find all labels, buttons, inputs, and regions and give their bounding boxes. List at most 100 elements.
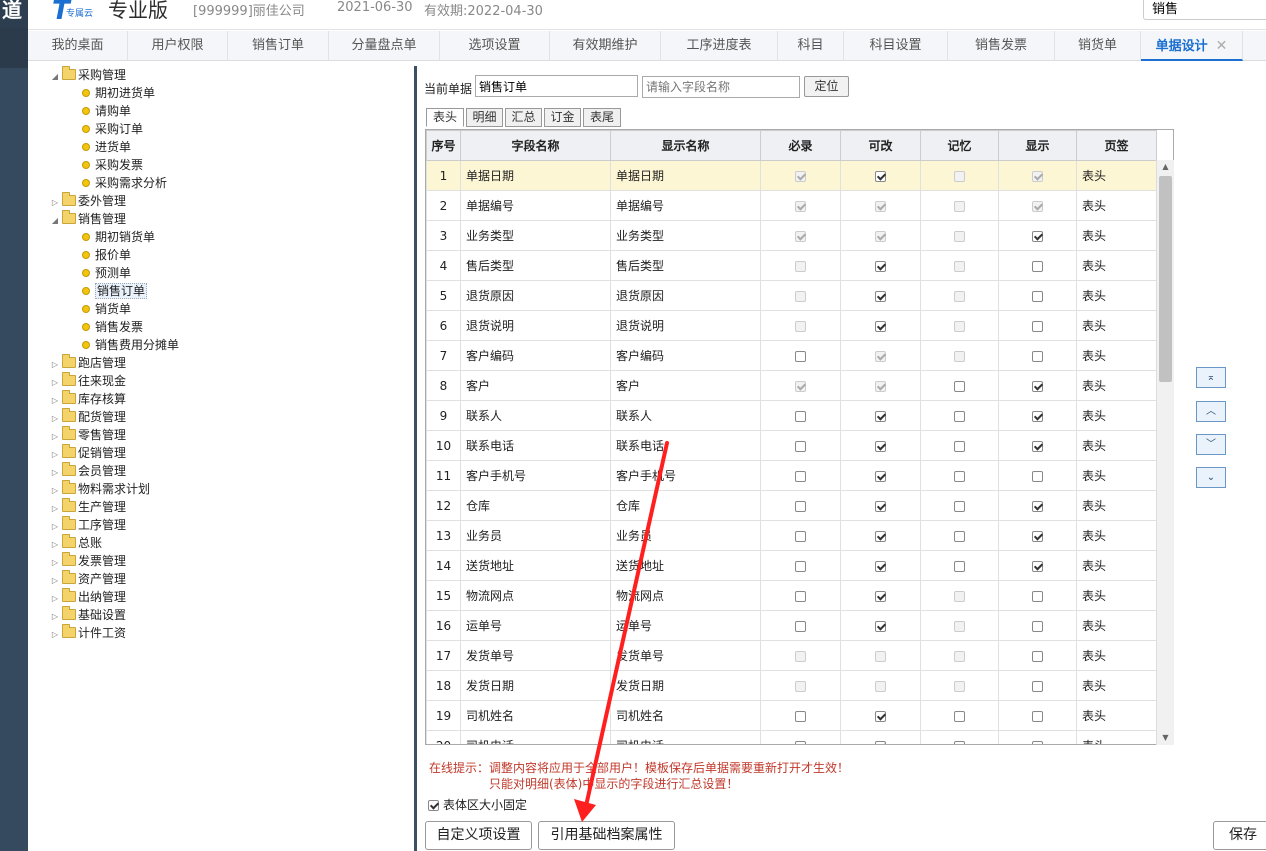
mem-checkbox[interactable] xyxy=(954,410,965,422)
tree-folder[interactable]: ▷ 零售管理 xyxy=(50,426,126,444)
tab-12[interactable]: 单据设计 ✕ xyxy=(1141,31,1243,61)
column-header[interactable]: 字段名称 xyxy=(460,130,611,161)
show-checkbox[interactable] xyxy=(1032,440,1043,452)
tree-folder-sales[interactable]: ◢ 销售管理 xyxy=(50,210,126,228)
show-checkbox[interactable] xyxy=(1032,710,1043,722)
tree-folder[interactable]: ▷ 物料需求计划 xyxy=(50,480,150,498)
show-checkbox[interactable] xyxy=(1032,740,1043,744)
column-header[interactable]: 必录 xyxy=(760,130,841,161)
tree-folder[interactable]: ▷ 计件工资 xyxy=(50,624,126,642)
show-checkbox[interactable] xyxy=(1032,380,1043,392)
table-row[interactable]: 7 客户编码 客户编码 表头 xyxy=(426,340,1157,371)
mem-checkbox[interactable] xyxy=(954,560,965,572)
tab-9[interactable]: 科目设置 xyxy=(844,31,948,61)
show-checkbox[interactable] xyxy=(1032,650,1043,662)
locate-button[interactable]: 定位 xyxy=(804,76,849,97)
edit-checkbox[interactable] xyxy=(875,470,886,482)
tree-item[interactable]: 销售费用分摊单 xyxy=(82,336,179,354)
grid-scrollbar[interactable]: ▲ ▼ xyxy=(1156,160,1174,745)
tree-item[interactable]: 进货单 xyxy=(82,138,131,156)
column-header[interactable]: 显示 xyxy=(998,130,1077,161)
table-row[interactable]: 20司机电话司机电话表头 xyxy=(426,730,1157,744)
edit-checkbox[interactable] xyxy=(875,560,886,572)
edit-checkbox[interactable] xyxy=(875,170,886,182)
show-checkbox[interactable] xyxy=(1032,350,1043,362)
edit-checkbox[interactable] xyxy=(875,440,886,452)
tree-item[interactable]: 期初进货单 xyxy=(82,84,155,102)
tree-folder[interactable]: ▷ 发票管理 xyxy=(50,552,126,570)
show-checkbox[interactable] xyxy=(1032,680,1043,692)
req-checkbox[interactable] xyxy=(795,470,806,482)
collapse-arrow-icon[interactable]: ◢ xyxy=(50,68,60,86)
reference-archive-button[interactable]: 引用基础档案属性 xyxy=(538,821,675,850)
table-row[interactable]: 19 司机姓名 司机姓名 表头 xyxy=(426,700,1157,731)
tree-item[interactable]: 销售发票 xyxy=(82,318,143,336)
table-row[interactable]: 14 送货地址 送货地址 表头 xyxy=(426,550,1157,581)
tree-folder[interactable]: ▷ 出纳管理 xyxy=(50,588,126,606)
global-search-input[interactable] xyxy=(1143,0,1266,20)
tree-folder-outsource[interactable]: ▷ 委外管理 xyxy=(50,192,126,210)
tree-folder[interactable]: ▷ 往来现金 xyxy=(50,372,126,390)
table-row[interactable]: 3 业务类型 业务类型 表头 xyxy=(426,220,1157,251)
tree-item[interactable]: 预测单 xyxy=(82,264,131,282)
req-checkbox[interactable] xyxy=(795,740,806,744)
show-checkbox[interactable] xyxy=(1032,620,1043,632)
fixed-size-option[interactable]: 表体区大小固定 xyxy=(428,796,527,813)
edit-checkbox[interactable] xyxy=(875,410,886,422)
edit-checkbox[interactable] xyxy=(875,260,886,272)
tree-folder[interactable]: ▷ 配货管理 xyxy=(50,408,126,426)
tree-folder[interactable]: ▷ 总账 xyxy=(50,534,102,552)
section-tab[interactable]: 表尾 xyxy=(583,108,621,127)
edit-checkbox[interactable] xyxy=(875,710,886,722)
expand-arrow-icon[interactable]: ▷ xyxy=(50,626,60,644)
table-row[interactable]: 9 联系人 联系人 表头 xyxy=(426,400,1157,431)
table-row[interactable]: 6 退货说明 退货说明 表头 xyxy=(426,310,1157,341)
table-row[interactable]: 4 售后类型 售后类型 表头 xyxy=(426,250,1157,281)
req-checkbox[interactable] xyxy=(795,500,806,512)
column-header[interactable]: 显示名称 xyxy=(610,130,761,161)
req-checkbox[interactable] xyxy=(795,410,806,422)
table-row[interactable]: 17 发货单号 发货单号 表头 xyxy=(426,640,1157,671)
req-checkbox[interactable] xyxy=(795,710,806,722)
tree-folder[interactable]: ▷ 工序管理 xyxy=(50,516,126,534)
mem-checkbox[interactable] xyxy=(954,380,965,392)
move-top-button[interactable]: ⌅ xyxy=(1196,367,1226,388)
tab-2[interactable]: 用户权限 xyxy=(128,31,228,61)
show-checkbox[interactable] xyxy=(1032,320,1043,332)
scroll-up-icon[interactable]: ▲ xyxy=(1157,160,1174,174)
tab-8[interactable]: 科目 xyxy=(778,31,844,61)
edit-checkbox[interactable] xyxy=(875,320,886,332)
tab-5[interactable]: 选项设置 xyxy=(440,31,550,61)
tree-item[interactable]: 采购需求分析 xyxy=(82,174,167,192)
table-row[interactable]: 18 发货日期 发货日期 表头 xyxy=(426,670,1157,701)
section-tab[interactable]: 订金 xyxy=(544,108,581,127)
tab-10[interactable]: 销售发票 xyxy=(948,31,1055,61)
tree-folder[interactable]: ▷ 促销管理 xyxy=(50,444,126,462)
table-row[interactable]: 15 物流网点 物流网点 表头 xyxy=(426,580,1157,611)
tree-item[interactable]: 报价单 xyxy=(82,246,131,264)
table-row[interactable]: 10 联系电话 联系电话 表头 xyxy=(426,430,1157,461)
close-tab-icon[interactable]: ✕ xyxy=(1216,38,1228,54)
show-checkbox[interactable] xyxy=(1032,500,1043,512)
tree-folder[interactable]: ▷ 会员管理 xyxy=(50,462,126,480)
table-row[interactable]: 13 业务员 业务员 表头 xyxy=(426,520,1157,551)
tree-folder-purchase[interactable]: ◢ 采购管理 xyxy=(50,66,126,84)
tree-folder[interactable]: ▷ 资产管理 xyxy=(50,570,126,588)
move-down-button[interactable]: ﹀ xyxy=(1196,434,1226,455)
field-search-input[interactable] xyxy=(642,76,800,98)
column-header[interactable]: 页签 xyxy=(1076,130,1157,161)
req-checkbox[interactable] xyxy=(795,620,806,632)
tab-3[interactable]: 销售订单 xyxy=(228,31,329,61)
table-row[interactable]: 11 客户手机号 客户手机号 表头 xyxy=(426,460,1157,491)
req-checkbox[interactable] xyxy=(795,350,806,362)
tree-item[interactable]: 采购发票 xyxy=(82,156,143,174)
section-tab[interactable]: 明细 xyxy=(466,108,503,127)
req-checkbox[interactable] xyxy=(795,530,806,542)
tab-6[interactable]: 有效期维护 xyxy=(550,31,661,61)
section-tab[interactable]: 汇总 xyxy=(505,108,542,127)
mem-checkbox[interactable] xyxy=(954,500,965,512)
tab-1[interactable]: 我的桌面 xyxy=(28,31,128,61)
mem-checkbox[interactable] xyxy=(954,740,965,744)
edit-checkbox[interactable] xyxy=(875,530,886,542)
mem-checkbox[interactable] xyxy=(954,470,965,482)
